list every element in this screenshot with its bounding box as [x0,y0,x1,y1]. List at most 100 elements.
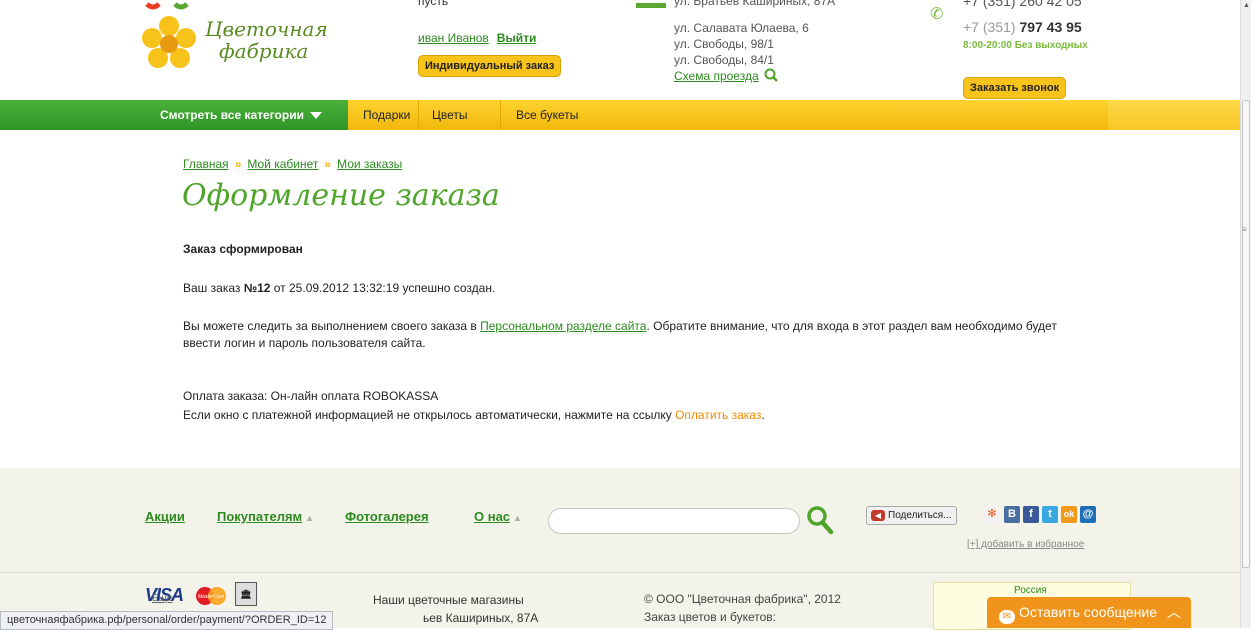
hours-text: 8:00-20:00 [963,40,1012,51]
chat-icon: ✉ [999,610,1015,624]
order-heading: Заказ сформирован [183,242,303,256]
track-prefix: Вы можете следить за выполнением своего … [183,319,481,333]
user-top-cut: пусть [418,0,449,8]
map-link[interactable]: Схема проезда [674,69,759,83]
scroll-thumb[interactable] [1242,100,1250,568]
order-number: №12 [243,281,271,295]
copyright: © ООО "Цветочная фабрика", 2012 Заказ цв… [644,590,841,626]
address-line: ул. Салавата Юлаева, 6 [674,21,809,35]
share-label: Поделиться... [888,510,952,521]
speaker-icon: ◀ [871,510,885,521]
search-icon[interactable] [806,505,834,535]
main-content: Главная » Мой кабинет » Мои заказы Оформлени… [0,130,1240,468]
logout-link[interactable]: Выйти [497,31,537,45]
breadcrumb-home[interactable]: Главная [183,157,229,171]
address-line: ул. Свободы, 84/1 [674,53,774,67]
footer-nav-promos[interactable]: Акции [145,509,185,524]
site-header: Цветочная фабрика пусть иван Иванов Выйти… [0,0,1240,100]
vk-icon[interactable]: В [1004,506,1020,523]
odnoklassniki-icon[interactable]: ok [1061,506,1077,523]
chevron-down-icon [309,112,322,120]
footer-search-input[interactable] [548,508,800,534]
footer-nav-about-link[interactable]: О нас [474,509,510,524]
region-label: Россия [1014,585,1047,596]
search-icon[interactable] [764,68,778,82]
order-prefix: Ваш заказ [183,281,244,295]
breadcrumb-separator: » [234,157,242,171]
scroll-grip-icon: ≡ [1242,225,1247,234]
main-nav: Смотреть все категории Подарки Цветы Все… [0,100,1240,130]
user-name-link[interactable]: иван Иванов [418,31,489,45]
phone-top-cut: +7 (351) 260 42 05 [963,0,1082,9]
work-hours: 8:00-20:00 Без выходных [963,40,1088,51]
footer-nav-customers-link[interactable]: Покупателям [217,509,302,524]
footer-nav-gallery[interactable]: Фотогалерея [345,509,429,524]
mastercard-logo: MasterCard [196,587,226,605]
breadcrumb: Главная » Мой кабинет » Мои заказы [183,157,402,171]
track-order-text: Вы можете следить за выполнением своего … [183,318,1063,352]
nav-item-flowers[interactable]: Цветы [432,100,468,130]
chevron-up-icon: ︿ [1167,604,1182,620]
phone-digits: 797 43 95 [1019,19,1082,35]
nav-all-categories-label: Смотреть все категории [160,108,304,122]
add-to-favorites-link[interactable]: [+] добавить в избранное [967,539,1084,550]
nav-divider [500,100,501,130]
vertical-scrollbar[interactable]: ▲ ≡ [1240,0,1251,628]
nav-divider [418,100,419,130]
logo[interactable]: Цветочная фабрика [135,0,335,80]
facebook-icon[interactable]: f [1023,506,1039,523]
payment-note-end: . [761,408,765,422]
twitter-icon[interactable]: t [1042,506,1058,523]
more-payments-label[interactable]: Еще [152,593,172,604]
user-links: иван Иванов Выйти [418,31,536,45]
nav-item-bouquets[interactable]: Все букеты [516,100,578,130]
logo-line-1: Цветочная [205,17,328,41]
pay-order-link[interactable]: Оплатить заказ [675,408,761,422]
address-lines: ул. Салавата Юлаева, 6 ул. Свободы, 98/1… [674,20,809,84]
logo-text: Цветочная фабрика [205,18,328,62]
footer-nav-customers[interactable]: Покупателям ▲ [217,509,314,524]
footer-nav-about[interactable]: О нас ▲ [474,509,522,524]
leave-message-button[interactable]: ✉ Оставить сообщение ︿ [987,597,1191,628]
breadcrumb-orders[interactable]: Мои заказы [337,157,402,171]
callback-button[interactable]: Заказать звонок [963,77,1067,99]
more-payments-link[interactable]: Еще [152,593,172,604]
address-line: ул. Свободы, 98/1 [674,37,774,51]
figure-icon[interactable]: ✻ [984,506,1000,523]
mail-icon[interactable]: @ [1080,506,1096,523]
shops-heading: Наши цветочные магазины [373,593,524,607]
order-suffix: от 25.09.2012 13:32:19 успешно создан. [270,281,496,295]
payment-info: Оплата заказа: Он-лайн оплата ROBOKASSA … [183,387,765,425]
phone-icon: ✆ [930,6,944,23]
triangle-up-icon: ▲ [305,513,315,523]
breadcrumb-cabinet[interactable]: Мой кабинет [247,157,318,171]
page-title: Оформление заказа [182,178,500,213]
address-top-cut: ул. Братьев Кашириных, 87А [674,0,836,8]
nav-all-categories[interactable]: Смотреть все категории [160,100,322,130]
leave-message-label: Оставить сообщение [1019,604,1158,620]
phone-code: +7 (351) [963,19,1016,35]
shops-address: ьев Кашириных, 87А [423,611,539,625]
footer-nav-promos-link[interactable]: Акции [145,509,185,524]
payment-note: Если окно с платежной информацией не отк… [183,408,676,422]
copyright-line: © ООО "Цветочная фабрика", 2012 [644,592,841,606]
address-marker [636,3,666,8]
order-created-text: Ваш заказ №12 от 25.09.2012 13:32:19 усп… [183,281,495,295]
custom-order-button[interactable]: Индивидуальный заказ [418,55,562,77]
nav-right-section [1108,100,1240,130]
mastercard-text: MasterCard [198,594,224,600]
personal-section-link[interactable]: Персональном разделе сайта [480,319,646,333]
footer-divider [0,572,1240,573]
add-to-favorites[interactable]: [+] добавить в избранное [967,539,1084,550]
copyright-line-2: Заказ цветов и букетов: [644,610,776,624]
scroll-up-icon[interactable]: ▲ [1243,2,1250,9]
flower-logo-icon [142,2,196,68]
status-bar-url: цветочнаяфабрика.рф/personal/order/payme… [0,611,334,630]
nav-item-gifts[interactable]: Подарки [363,100,410,130]
logo-line-2: фабрика [219,39,309,63]
payment-method: Оплата заказа: Он-лайн оплата ROBOKASSA [183,389,439,403]
breadcrumb-separator: » [324,157,332,171]
phone-number: +7 (351) 797 43 95 [963,19,1082,35]
footer-nav-gallery-link[interactable]: Фотогалерея [345,509,429,524]
share-button[interactable]: ◀ Поделиться... [866,506,957,525]
